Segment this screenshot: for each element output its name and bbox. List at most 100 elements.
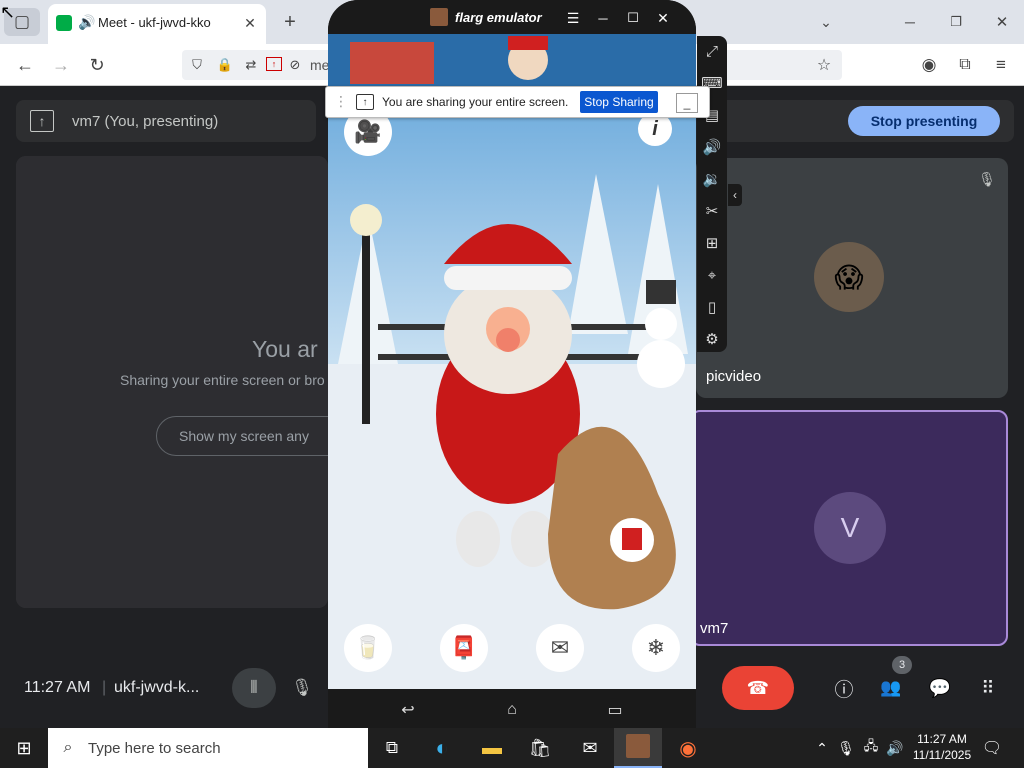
location-pin-icon[interactable]: ⌖ [697,262,727,288]
drag-handle-icon[interactable]: ⋮ [334,93,348,110]
android-home-icon[interactable]: ⌂ [496,700,528,720]
tray-mic-icon[interactable]: 🎙 [836,736,856,760]
emulator-menu-icon[interactable]: ☰ [562,7,584,29]
emulator-taskbar-button[interactable] [614,728,662,768]
presenter-banner: ↑ vm7 (You, presenting) [16,100,316,142]
participant-avatar: V [814,492,886,564]
camera-off-icon[interactable]: ⊘ [286,55,304,75]
meet-favicon-icon [56,15,72,31]
forward-icon[interactable]: → [48,52,74,78]
emulator-screen[interactable]: 🎥 i 🥛 📮 ✉ ❄ [328,34,696,689]
emulator-app-icon [430,8,448,26]
search-placeholder: Type here to search [88,740,221,757]
mail-icon[interactable]: ✉ [574,732,606,764]
tab-title: Meet - ukf-jwvd-kko [98,15,211,30]
sharing-message: You are sharing your entire screen. [382,95,569,109]
present-screen-icon: ↑ [30,110,54,132]
minimize-sharing-bar-icon[interactable]: _ [676,93,698,113]
stop-sharing-button[interactable]: Stop Sharing [580,91,658,113]
participant-name-picvideo: picvideo [706,368,762,385]
show-hidden-icons-chevron-icon[interactable]: ⌃ [812,736,832,760]
meeting-info-icon[interactable]: ⓘ [830,674,858,702]
screenshot-scissors-icon[interactable]: ✂ [697,198,727,224]
restore-window-icon[interactable]: ❐ [942,8,970,36]
search-icon: ⌕ [63,739,73,756]
participant-tile-vm7[interactable]: V vm7 [690,410,1008,646]
file-explorer-icon[interactable]: ▬ [476,732,508,764]
volume-up-icon[interactable]: 🔊 [697,134,727,160]
show-my-screen-button[interactable]: Show my screen any [156,416,356,456]
snowball-icon[interactable]: ❄ [632,624,680,672]
task-view-icon[interactable]: ⧉ [378,732,406,764]
activities-grid-icon[interactable]: ⠿ [974,674,1002,702]
shake-vibrate-icon[interactable]: ▯ [697,294,727,320]
taskbar-search-box[interactable]: ⌕ Type here to search [48,728,368,768]
notifications-icon[interactable]: 🗨 [980,734,1004,762]
mic-icon[interactable]: 🎙 [280,668,324,708]
clock-time: 11:27 AM [917,732,967,746]
windows-start-icon[interactable]: ⊞ [4,732,44,764]
edge-browser-icon[interactable]: ◐ [426,732,458,764]
account-icon[interactable]: ◉ [916,52,942,78]
emulator-titlebar: flarg emulator ☰ ─ ☐ ✕ [328,0,696,34]
reload-icon[interactable]: ↻ [84,52,110,78]
people-icon[interactable]: 👥 [876,674,906,702]
fullscreen-icon[interactable]: ⤢ [697,38,727,64]
collapse-toolbar-chevron-icon[interactable]: ‹ [728,184,742,206]
add-instance-icon[interactable]: ⊞ [697,230,727,256]
show-my-screen-label: Show my screen any [179,428,309,444]
presenter-label: vm7 (You, presenting) [72,113,219,130]
emulator-close-icon[interactable]: ✕ [652,7,674,29]
emulator-maximize-icon[interactable]: ☐ [622,7,644,29]
android-recents-icon[interactable]: ▭ [600,700,630,720]
screen-share-indicator-icon[interactable]: ↑ [266,57,282,71]
letter-icon[interactable]: ✉ [536,624,584,672]
emulator-taskbar-icon [626,734,650,758]
permissions-icon[interactable]: ⇄ [242,55,260,75]
meet-clock: 11:27 AM [24,679,91,696]
end-call-button[interactable]: ☎ [722,666,794,710]
you-are-text: You ar [252,336,318,362]
clock-date: 11/11/2025 [912,748,972,762]
bookmark-star-icon[interactable]: ☆ [814,55,834,75]
volume-down-icon[interactable]: 🔉 [697,166,727,192]
participant-avatar-cat: 😱 [814,242,884,312]
footer-divider: | [102,679,107,696]
browser-tab-meet[interactable]: 🔊 Meet - ukf-jwvd-kko ✕ [48,4,266,44]
participants-count-badge: 3 [892,656,912,674]
network-icon[interactable]: 🖧 [860,736,882,760]
android-back-icon[interactable]: ↩ [394,700,422,720]
stop-presenting-button[interactable]: Stop presenting [848,106,1000,136]
close-window-icon[interactable]: ✕ [988,8,1016,36]
firefox-icon[interactable]: ◉ [672,732,704,764]
mouse-cursor-icon: ↖ [0,2,16,22]
tab-list-chevron-icon[interactable]: ⌄ [814,10,838,34]
volume-tray-icon[interactable]: 🔊 [884,736,906,760]
settings-gear-icon[interactable]: ⚙ [697,326,727,352]
chat-icon[interactable]: 💬 [926,674,954,702]
speaker-icon: 🔊 [78,14,96,30]
postcard-icon[interactable]: 📮 [440,624,488,672]
url-text: me [310,57,330,73]
extensions-icon[interactable]: ⧉ [952,52,978,78]
lock-icon[interactable]: 🔒 [216,55,234,75]
minimize-window-icon[interactable]: ─ [896,8,924,36]
sharing-notice-text: Sharing your entire screen or bro [120,372,325,388]
audio-levels-icon[interactable]: ⫴ [232,668,276,708]
menu-hamburger-icon[interactable]: ≡ [988,52,1014,78]
emulator-minimize-icon[interactable]: ─ [592,7,614,29]
emulator-title: flarg emulator [455,10,542,25]
milk-cookies-icon[interactable]: 🥛 [344,624,392,672]
participant-name-vm7: vm7 [700,620,729,637]
tab-close-icon[interactable]: ✕ [240,13,260,33]
microsoft-store-icon[interactable]: 🛍 [524,732,556,764]
mic-off-icon: 🎙 [978,170,996,187]
taskbar-clock[interactable]: 11:27 AM 11/11/2025 [910,731,974,765]
shield-icon[interactable]: ⛉ [188,55,206,75]
participant-tile-picvideo[interactable]: 🎙 😱 picvideo [696,158,1008,398]
meeting-code: ukf-jwvd-k... [114,679,200,696]
back-icon[interactable]: ← [12,52,38,78]
presentation-tile: You ar Sharing your entire screen or bro… [16,156,356,608]
new-tab-icon[interactable]: + [278,10,302,34]
share-screen-icon: ↑ [356,94,374,110]
